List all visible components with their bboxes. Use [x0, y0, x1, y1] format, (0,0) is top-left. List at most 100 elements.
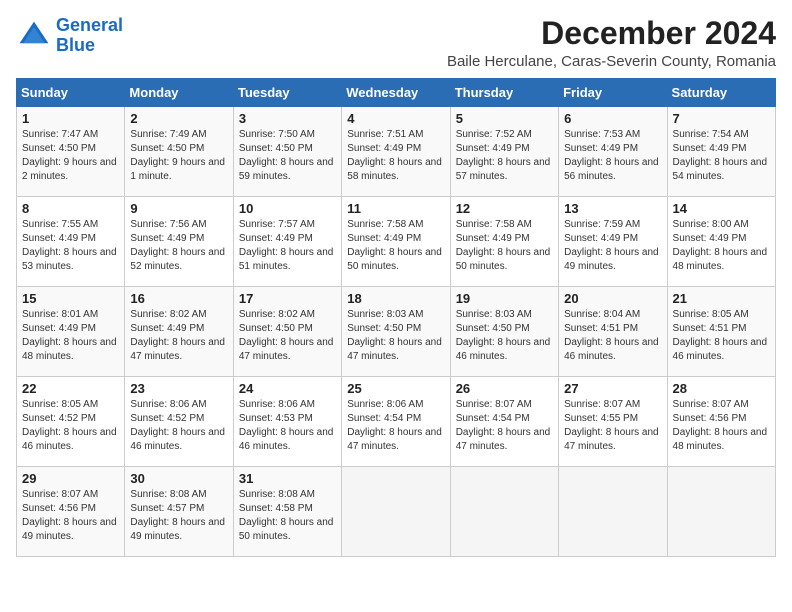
sunset-label: Sunset: 4:54 PM — [456, 413, 530, 424]
calendar-cell: 4Sunrise: 7:51 AMSunset: 4:49 PMDaylight… — [342, 107, 450, 197]
logo: General Blue — [16, 16, 123, 56]
sunset-label: Sunset: 4:50 PM — [22, 143, 96, 154]
day-info: Sunrise: 8:07 AMSunset: 4:56 PMDaylight:… — [22, 488, 119, 544]
sunset-label: Sunset: 4:49 PM — [22, 233, 96, 244]
weekday-header-friday: Friday — [559, 79, 667, 107]
sunrise-label: Sunrise: 8:00 AM — [673, 219, 749, 230]
day-info: Sunrise: 8:06 AMSunset: 4:54 PMDaylight:… — [347, 398, 444, 454]
day-number: 26 — [456, 381, 553, 396]
day-number: 11 — [347, 201, 444, 216]
sunrise-label: Sunrise: 8:06 AM — [239, 399, 315, 410]
sunset-label: Sunset: 4:49 PM — [130, 323, 204, 334]
weekday-header-wednesday: Wednesday — [342, 79, 450, 107]
day-number: 19 — [456, 291, 553, 306]
sunset-label: Sunset: 4:52 PM — [130, 413, 204, 424]
day-number: 2 — [130, 111, 227, 126]
sunrise-label: Sunrise: 8:07 AM — [456, 399, 532, 410]
day-info: Sunrise: 7:57 AMSunset: 4:49 PMDaylight:… — [239, 218, 336, 274]
day-number: 9 — [130, 201, 227, 216]
sunset-label: Sunset: 4:50 PM — [239, 143, 313, 154]
sunset-label: Sunset: 4:53 PM — [239, 413, 313, 424]
sunset-label: Sunset: 4:54 PM — [347, 413, 421, 424]
calendar-cell: 14 Sunrise: 8:00 AMSunset: 4:49 PMDayligh… — [667, 197, 775, 287]
day-info: Sunrise: 7:59 AMSunset: 4:49 PMDaylight:… — [564, 218, 661, 274]
calendar-cell: 22 Sunrise: 8:05 AM Sunset: 4:52 PM Dayligh… — [17, 377, 125, 467]
daylight-label: Daylight: 8 hours and 47 minutes. — [347, 337, 442, 362]
sunrise-label: Sunrise: 8:05 AM — [22, 399, 98, 410]
sunrise-label: Sunrise: 8:04 AM — [564, 309, 640, 320]
sunset-label: Sunset: 4:56 PM — [673, 413, 747, 424]
sunset-label: Sunset: 4:50 PM — [456, 323, 530, 334]
day-number: 30 — [130, 471, 227, 486]
calendar-cell: 24 Sunrise: 8:06 AM Sunset: 4:53 PM Dayligh… — [233, 377, 341, 467]
day-info: Sunrise: 7:54 AMSunset: 4:49 PMDaylight:… — [673, 128, 770, 184]
sunrise-label: Sunrise: 8:06 AM — [130, 399, 206, 410]
day-info: Sunrise: 7:49 AMSunset: 4:50 PMDaylight:… — [130, 128, 227, 184]
day-number: 6 — [564, 111, 661, 126]
week-row-2: 8 Sunrise: 7:55 AM Sunset: 4:49 PM Daylight… — [17, 197, 776, 287]
calendar-cell — [559, 467, 667, 557]
sunrise-label: Sunrise: 8:03 AM — [456, 309, 532, 320]
day-number: 8 — [22, 201, 119, 216]
weekday-header-tuesday: Tuesday — [233, 79, 341, 107]
location-subtitle: Baile Herculane, Caras-Severin County, R… — [447, 53, 776, 70]
day-number: 24 — [239, 381, 336, 396]
sunrise-label: Sunrise: 7:55 AM — [22, 219, 98, 230]
sunrise-label: Sunrise: 8:01 AM — [22, 309, 98, 320]
weekday-header-saturday: Saturday — [667, 79, 775, 107]
daylight-label: Daylight: 8 hours and 54 minutes. — [673, 157, 768, 182]
day-number: 29 — [22, 471, 119, 486]
day-info: Sunrise: 7:58 AMSunset: 4:49 PMDaylight:… — [347, 218, 444, 274]
day-number: 15 — [22, 291, 119, 306]
day-info: Sunrise: 7:47 AMSunset: 4:50 PMDaylight:… — [22, 128, 119, 184]
weekday-header-thursday: Thursday — [450, 79, 558, 107]
day-info: Sunrise: 8:00 AMSunset: 4:49 PMDaylight:… — [673, 218, 770, 274]
sunset-label: Sunset: 4:49 PM — [22, 323, 96, 334]
day-number: 21 — [673, 291, 770, 306]
daylight-label: Daylight: 8 hours and 56 minutes. — [564, 157, 659, 182]
week-row-5: 29 Sunrise: 8:07 AMSunset: 4:56 PMDayligh… — [17, 467, 776, 557]
daylight-label: Daylight: 8 hours and 47 minutes. — [130, 337, 225, 362]
day-number: 17 — [239, 291, 336, 306]
day-info: Sunrise: 8:07 AMSunset: 4:55 PMDaylight:… — [564, 398, 661, 454]
calendar-cell: 3Sunrise: 7:50 AMSunset: 4:50 PMDaylight… — [233, 107, 341, 197]
daylight-label: Daylight: 8 hours and 46 minutes. — [22, 427, 117, 452]
daylight-label: Daylight: 8 hours and 50 minutes. — [456, 247, 551, 272]
calendar-cell: 30Sunrise: 8:08 AMSunset: 4:57 PMDayligh… — [125, 467, 233, 557]
day-info: Sunrise: 8:05 AM Sunset: 4:52 PM Daylight:… — [22, 398, 119, 454]
calendar-cell: 21Sunrise: 8:05 AMSunset: 4:51 PMDayligh… — [667, 287, 775, 377]
sunrise-label: Sunrise: 8:02 AM — [239, 309, 315, 320]
day-number: 10 — [239, 201, 336, 216]
sunset-label: Sunset: 4:57 PM — [130, 503, 204, 514]
sunset-label: Sunset: 4:49 PM — [564, 143, 638, 154]
calendar-cell: 25Sunrise: 8:06 AMSunset: 4:54 PMDayligh… — [342, 377, 450, 467]
day-number: 22 — [22, 381, 119, 396]
sunset-label: Sunset: 4:49 PM — [347, 233, 421, 244]
calendar-cell: 27Sunrise: 8:07 AMSunset: 4:55 PMDayligh… — [559, 377, 667, 467]
day-number: 31 — [239, 471, 336, 486]
calendar-cell: 1Sunrise: 7:47 AMSunset: 4:50 PMDaylight… — [17, 107, 125, 197]
calendar-cell: 19 Sunrise: 8:03 AM Sunset: 4:50 PM Dayligh… — [450, 287, 558, 377]
title-block: December 2024 Baile Herculane, Caras-Sev… — [447, 16, 776, 70]
sunset-label: Sunset: 4:50 PM — [239, 323, 313, 334]
daylight-label: Daylight: 8 hours and 47 minutes. — [239, 337, 334, 362]
daylight-label: Daylight: 8 hours and 46 minutes. — [564, 337, 659, 362]
month-title: December 2024 — [447, 16, 776, 51]
day-number: 16 — [130, 291, 227, 306]
day-info: Sunrise: 7:50 AMSunset: 4:50 PMDaylight:… — [239, 128, 336, 184]
day-info: Sunrise: 8:07 AMSunset: 4:56 PMDaylight:… — [673, 398, 770, 454]
daylight-label: Daylight: 8 hours and 48 minutes. — [22, 337, 117, 362]
sunset-label: Sunset: 4:50 PM — [347, 323, 421, 334]
daylight-label: Daylight: 8 hours and 50 minutes. — [347, 247, 442, 272]
sunset-label: Sunset: 4:49 PM — [130, 233, 204, 244]
day-info: Sunrise: 7:51 AMSunset: 4:49 PMDaylight:… — [347, 128, 444, 184]
calendar-cell: 8Sunrise: 7:55 AMSunset: 4:49 PMDaylight… — [17, 197, 125, 287]
daylight-label: Daylight: 9 hours and 1 minute. — [130, 157, 225, 182]
day-info: Sunrise: 8:06 AMSunset: 4:52 PMDaylight:… — [130, 398, 227, 454]
sunset-label: Sunset: 4:52 PM — [22, 413, 96, 424]
daylight-label: Daylight: 8 hours and 46 minutes. — [456, 337, 551, 362]
day-number: 14 — [673, 201, 770, 216]
sunset-label: Sunset: 4:51 PM — [564, 323, 638, 334]
daylight-label: Daylight: 8 hours and 49 minutes. — [22, 517, 117, 542]
daylight-label: Daylight: 8 hours and 46 minutes. — [239, 427, 334, 452]
